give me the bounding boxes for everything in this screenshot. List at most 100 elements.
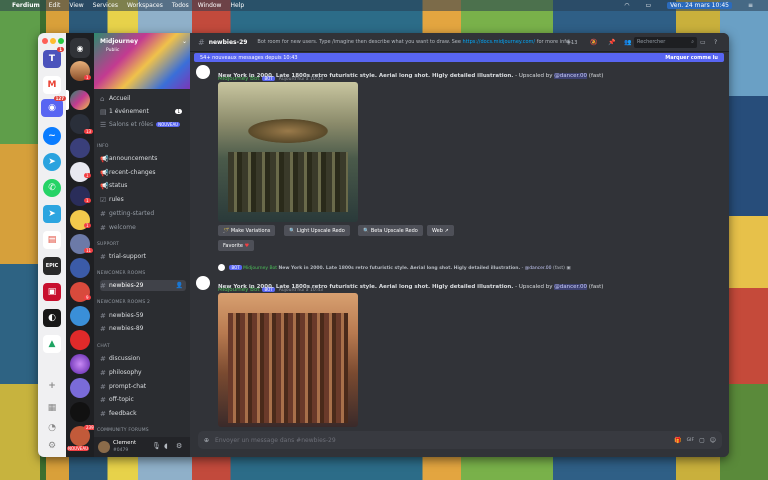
bot-avatar[interactable] <box>196 276 210 290</box>
nav-home[interactable]: ⌂ Accueil <box>100 93 186 104</box>
channel-trial-support[interactable]: # trial-support <box>100 251 186 262</box>
chevron-down-icon[interactable]: ⌄ <box>182 38 187 45</box>
emoji-icon[interactable]: ☺ <box>710 437 716 444</box>
user-mention[interactable]: @dancer.00 <box>554 284 588 290</box>
channel-topic[interactable]: Bot room for new users. Type /imagine th… <box>257 39 573 45</box>
channel-recent-changes[interactable]: 📢 recent-changes <box>100 167 186 178</box>
channel-status[interactable]: 📢 status <box>100 180 186 191</box>
web-button[interactable]: Web ↗ <box>427 225 454 236</box>
discord-home-icon[interactable]: ◉ <box>70 38 90 58</box>
guild-avatar-5[interactable] <box>70 162 90 182</box>
make-variations-button[interactable]: 🪄 Make Variations <box>218 225 276 236</box>
message-input[interactable]: Envoyer un message dans #newbies-29 <box>215 437 336 444</box>
guild-avatar-4[interactable] <box>70 138 90 158</box>
menu-todos[interactable]: Todos <box>172 2 189 9</box>
epic-service-icon[interactable]: EPIC <box>43 257 61 275</box>
menu-services[interactable]: Services <box>93 2 118 9</box>
message-composer[interactable]: ⊕ Envoyer un message dans #newbies-29 🎁 … <box>198 431 722 449</box>
teams-service-icon[interactable]: T1 <box>43 47 64 68</box>
channel-rules[interactable]: ☑ rules <box>100 194 186 205</box>
menu-help[interactable]: Help <box>230 2 244 9</box>
guild-avatar-13[interactable] <box>70 354 90 374</box>
generated-image-1[interactable] <box>218 82 358 222</box>
inbox-icon[interactable]: ▭ <box>700 39 706 46</box>
avatar[interactable] <box>98 441 110 453</box>
channel-announcements[interactable]: 📢 announcements <box>100 153 186 164</box>
category-community-forums[interactable]: COMMUNITY FORUMS <box>97 428 149 433</box>
control-center-icon[interactable]: ≡ <box>748 2 753 9</box>
generated-image-2[interactable] <box>218 293 358 427</box>
channel-discussion[interactable]: # discussion <box>100 353 186 364</box>
pinned-messages-icon[interactable]: 📌 <box>608 39 615 46</box>
new-messages-bar[interactable]: 54+ nouveaux messages depuis 10:43 Marqu… <box>194 53 724 62</box>
guild-avatar-6[interactable] <box>70 186 90 206</box>
channel-newbies-59[interactable]: # newbies-59 <box>100 310 186 321</box>
member-list-icon[interactable]: 👥 <box>624 39 631 46</box>
menu-window[interactable]: Window <box>198 2 222 9</box>
battery-icon[interactable]: ▭ <box>645 2 651 9</box>
guild-avatar-9[interactable] <box>70 258 90 278</box>
mark-read-button[interactable]: Marquer comme lu <box>665 55 718 61</box>
gmail-service-icon[interactable]: M <box>43 76 61 94</box>
guild-avatar-11[interactable] <box>70 306 90 326</box>
maximize-window-button[interactable] <box>58 38 64 44</box>
telegram-alt-service-icon[interactable]: ➤ <box>43 205 61 223</box>
minimize-window-button[interactable] <box>50 38 56 44</box>
bot-avatar[interactable] <box>196 65 210 79</box>
user-settings-gear-icon[interactable]: ⚙ <box>176 442 182 450</box>
guild-midjourney[interactable] <box>70 90 90 110</box>
server-name[interactable]: Midjourney <box>100 38 138 45</box>
category-chat[interactable]: CHAT <box>97 344 110 349</box>
reply-reference[interactable]: BOT Midjourney Bot New York in 2000. Lat… <box>218 264 571 271</box>
category-newcomer-rooms-2[interactable]: NEWCOMER ROOMS 2 <box>97 300 150 305</box>
add-attachment-icon[interactable]: ⊕ <box>204 437 209 444</box>
category-info[interactable]: INFO <box>97 144 109 149</box>
guild-avatar-12[interactable] <box>70 330 90 350</box>
nav-events[interactable]: ▤ 1 événement 1 <box>100 106 186 117</box>
category-support[interactable]: SUPPORT <box>97 242 119 247</box>
menubar-app[interactable]: Ferdium <box>12 2 40 9</box>
user-mention[interactable]: @dancer.00 <box>554 73 588 79</box>
guild-avatar-15[interactable] <box>70 402 90 422</box>
add-service-icon[interactable]: + <box>43 377 61 395</box>
channel-feedback[interactable]: # feedback <box>100 408 186 419</box>
nav-channels-roles[interactable]: ☰ Salons et rôles NOUVEAU <box>100 119 186 130</box>
notifications-icon[interactable]: ◔ <box>43 419 61 437</box>
beta-upscale-redo-button[interactable]: 🔍 Beta Upscale Redo <box>358 225 423 236</box>
threads-icon[interactable]: ⋕13 <box>566 39 577 46</box>
light-upscale-redo-button[interactable]: 🔍 Light Upscale Redo <box>284 225 350 236</box>
guild-avatar-14[interactable] <box>70 378 90 398</box>
messenger-service-icon[interactable]: ~ <box>43 127 61 145</box>
github-service-icon[interactable]: ◐ <box>43 309 61 327</box>
help-icon[interactable]: ? <box>714 39 717 46</box>
channel-welcome[interactable]: # welcome <box>100 222 186 233</box>
gif-icon[interactable]: GIF <box>687 438 694 443</box>
app-service-icon[interactable]: ▣ <box>43 283 61 301</box>
channel-off-topic[interactable]: # off-topic <box>100 394 186 405</box>
category-newcomer-rooms[interactable]: NEWCOMER ROOMS <box>97 271 145 276</box>
sticker-icon[interactable]: ▢ <box>699 437 705 444</box>
whatsapp-service-icon[interactable]: ✆ <box>43 179 61 197</box>
menu-workspaces[interactable]: Workspaces <box>127 2 163 9</box>
username[interactable]: Clement <box>113 440 136 446</box>
close-window-button[interactable] <box>42 38 48 44</box>
mic-icon[interactable]: 🎙 <box>152 442 161 450</box>
workspaces-icon[interactable]: ▦ <box>43 399 61 417</box>
channel-getting-started[interactable]: # getting-started <box>100 208 186 219</box>
wifi-icon[interactable]: ◠ <box>624 2 629 9</box>
settings-gear-icon[interactable]: ⚙ <box>43 437 61 455</box>
search-input[interactable]: Rechercher ⌕ <box>634 36 697 48</box>
headset-icon[interactable]: ◖ <box>164 442 168 450</box>
channel-prompt-chat[interactable]: # prompt-chat <box>100 381 186 392</box>
telegram-service-icon[interactable]: ➤ <box>43 153 61 171</box>
channel-philosophy[interactable]: # philosophy <box>100 367 186 378</box>
channel-newbies-89[interactable]: # newbies-89 <box>100 323 186 334</box>
menu-edit[interactable]: Edit <box>49 2 61 9</box>
menubar-datetime[interactable]: Ven. 24 mars 10:45 <box>667 2 732 9</box>
notification-settings-icon[interactable]: 🔕 <box>590 39 597 46</box>
gift-icon[interactable]: 🎁 <box>674 437 681 444</box>
discord-service-icon[interactable]: ◉ 127 <box>41 96 66 117</box>
mail-service-icon[interactable]: ▤ <box>43 231 61 249</box>
channel-newbies-29[interactable]: # newbies-29 👤 <box>100 280 186 291</box>
menu-view[interactable]: View <box>69 2 83 9</box>
